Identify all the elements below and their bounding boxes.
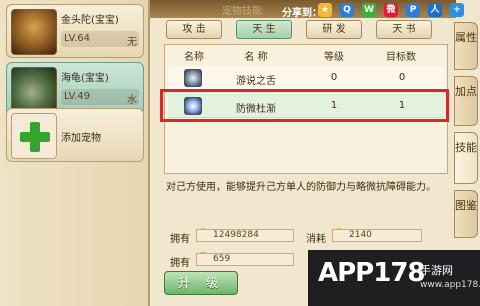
side-tab-attributes[interactable]: 属性 — [454, 22, 478, 70]
side-tab-gallery[interactable]: 图鉴 — [454, 190, 478, 238]
watermark-brand: APP178 — [318, 258, 426, 288]
renren-icon[interactable]: 人 — [428, 3, 442, 17]
have2-label: 拥有 — [170, 258, 190, 269]
pet-name: 海龟(宝宝) — [61, 73, 109, 84]
column-header-name: 名 称 — [244, 52, 268, 63]
tab-heavenbook[interactable]: 天 书 — [376, 20, 432, 39]
cost-amount: 2140 — [332, 229, 422, 242]
watermark-url: www.app178.com — [420, 280, 480, 290]
pet-list: 金头陀(宝宝) LV.64 无 海龟(宝宝) LV.49 水 添加宠物 — [0, 0, 150, 306]
pet-portrait-jintoutuo — [11, 9, 57, 55]
qzone-icon[interactable]: ★ — [318, 3, 332, 17]
game-screen: 金头陀(宝宝) LV.64 无 海龟(宝宝) LV.49 水 添加宠物 宠物技能… — [0, 0, 480, 306]
watermark-sub: 手游网 — [420, 264, 453, 277]
skill-level: 0 — [330, 72, 338, 83]
have2-amount: 659 — [196, 253, 294, 266]
add-pet-label: 添加宠物 — [61, 133, 101, 144]
side-tab-points[interactable]: 加点 — [454, 76, 478, 126]
side-tab-skills[interactable]: 技能 — [454, 132, 478, 184]
skill-description: 对己方使用，能够提升己方单人的防御力与略微抗障碍能力。 — [166, 182, 436, 193]
column-header-level: 等级 — [324, 52, 344, 63]
weibo-icon[interactable]: 微 — [384, 3, 398, 17]
more-icon[interactable]: + — [450, 3, 464, 17]
highlight-box — [160, 89, 449, 122]
pet-tag: 水 — [127, 95, 137, 106]
tab-innate[interactable]: 天 生 — [236, 20, 292, 39]
column-header-targets: 目标数 — [386, 52, 416, 63]
cost-label: 消耗 — [306, 234, 326, 245]
upgrade-button[interactable]: 升 级 — [164, 271, 238, 295]
column-header-icon: 名称 — [184, 52, 204, 63]
qq-icon[interactable]: Q — [340, 3, 354, 17]
pet-tag: 无 — [127, 37, 137, 48]
tab-attack[interactable]: 攻 击 — [166, 20, 222, 39]
pet-name: 金头陀(宝宝) — [61, 15, 119, 26]
have-amount: 12498284 — [196, 229, 294, 242]
have-label: 拥有 — [170, 234, 190, 245]
pet-card-jintoutuo[interactable]: 金头陀(宝宝) LV.64 无 — [6, 4, 144, 58]
skill-name: 游说之舌 — [236, 76, 276, 87]
wechat-icon[interactable]: W — [362, 3, 376, 17]
plus-icon — [11, 113, 57, 159]
skill-icon-youshuo — [184, 69, 202, 87]
page-title: 宠物技能 — [222, 6, 262, 17]
skill-targets: 0 — [398, 72, 406, 83]
pengyou-icon[interactable]: P — [406, 3, 420, 17]
pet-portrait-haigui — [11, 67, 57, 113]
tab-research[interactable]: 研 发 — [306, 20, 362, 39]
add-pet-button[interactable]: 添加宠物 — [6, 108, 144, 162]
share-label: 分享到： — [282, 8, 322, 19]
